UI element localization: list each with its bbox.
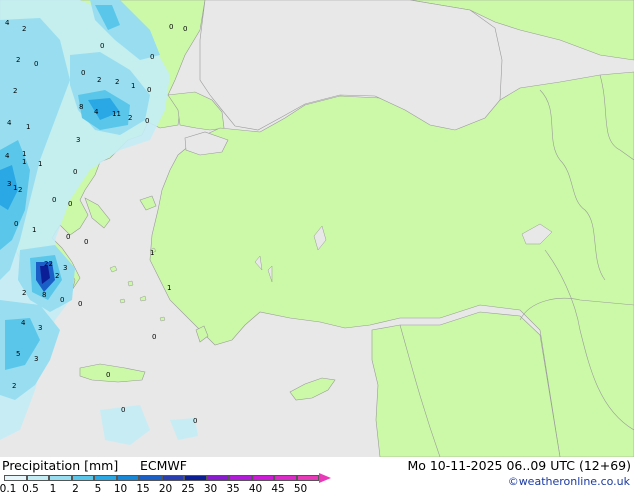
precip-value: 4 bbox=[7, 119, 12, 127]
legend-swatch bbox=[116, 475, 139, 481]
precip-value: 1 bbox=[32, 226, 36, 234]
legend-swatch bbox=[251, 475, 274, 481]
precip-value: 0 bbox=[81, 69, 85, 77]
precip-value: 0 bbox=[14, 220, 18, 228]
model-name: ECMWF bbox=[140, 458, 187, 473]
precip-value: 0 bbox=[52, 196, 56, 204]
precip-value: 3 bbox=[76, 136, 80, 144]
precip-value: 2 bbox=[55, 272, 59, 280]
precip-value: 3 bbox=[63, 264, 67, 272]
precip-value: 0 bbox=[150, 53, 154, 61]
precip-value: 0 bbox=[169, 23, 173, 31]
precip-value: 2 bbox=[128, 114, 132, 122]
legend-swatch bbox=[4, 475, 27, 481]
precip-value: 2 bbox=[13, 87, 17, 95]
precip-value: 1 bbox=[38, 160, 42, 168]
precip-value: 4 bbox=[94, 108, 99, 116]
legend-label: 45 bbox=[271, 483, 285, 495]
legend-swatch bbox=[94, 475, 117, 481]
legend-label: 1 bbox=[49, 483, 57, 495]
precip-value: 0 bbox=[84, 238, 88, 246]
precip-value: 2 bbox=[16, 56, 20, 64]
legend-label: 40 bbox=[248, 483, 263, 495]
precip-value: 0 bbox=[68, 200, 72, 208]
legend-label: 15 bbox=[136, 483, 150, 495]
legend-label: 0.1 bbox=[0, 483, 17, 495]
precip-value: 4 bbox=[5, 19, 10, 27]
legend-arrow bbox=[319, 473, 331, 483]
precip-value: 2 bbox=[97, 76, 101, 84]
precip-value: 0 bbox=[100, 42, 104, 50]
precip-value: 0 bbox=[147, 86, 151, 94]
precip-value: 0 bbox=[193, 417, 197, 425]
legend-swatch bbox=[26, 475, 49, 481]
legend-swatch bbox=[296, 475, 319, 481]
legend-label: 30 bbox=[203, 483, 218, 495]
precip-value: 0 bbox=[60, 296, 64, 304]
legend-label: 25 bbox=[181, 483, 195, 495]
legend-label: 10 bbox=[113, 483, 128, 495]
precip-value: 3 bbox=[7, 180, 11, 188]
precip-value: 2 bbox=[115, 78, 119, 86]
precip-value: 0 bbox=[34, 60, 38, 68]
precip-value: 0 bbox=[106, 371, 110, 379]
precip-value: 0 bbox=[78, 300, 82, 308]
precip-value: 8 bbox=[79, 103, 83, 111]
legend-swatch bbox=[49, 475, 72, 481]
legend-swatch bbox=[161, 475, 184, 481]
legend-swatch bbox=[229, 475, 252, 481]
precip-value: 1 bbox=[22, 158, 26, 166]
precip-value: 1 bbox=[22, 150, 26, 158]
precip-value: 22 bbox=[44, 260, 53, 268]
legend-label: 35 bbox=[226, 483, 240, 495]
precip-value: 3 bbox=[38, 324, 42, 332]
precip-value: 2 bbox=[12, 382, 16, 390]
map-footer: Precipitation [mm] ECMWF Mo 10-11-2025 0… bbox=[0, 457, 634, 495]
legend-swatch bbox=[184, 475, 207, 481]
credit-link[interactable]: ©weatheronline.co.uk bbox=[508, 475, 630, 488]
precip-value: 4 bbox=[5, 152, 10, 160]
precip-value: 0 bbox=[152, 333, 156, 341]
legend-swatch bbox=[71, 475, 94, 481]
legend-label: 50 bbox=[293, 483, 308, 495]
precip-value: 1 bbox=[26, 123, 30, 131]
legend-swatch bbox=[206, 475, 229, 481]
precip-value: 0 bbox=[73, 168, 77, 176]
legend-swatch bbox=[139, 475, 162, 481]
precip-value: 0 bbox=[66, 233, 70, 241]
precip-value: 2 bbox=[18, 186, 22, 194]
legend-label: 2 bbox=[72, 483, 79, 495]
precip-value: 2 bbox=[22, 25, 26, 33]
precip-value: 4 bbox=[21, 319, 26, 327]
legend-label: 5 bbox=[94, 483, 102, 495]
precip-value: 1 bbox=[150, 249, 154, 257]
precip-value: 11 bbox=[112, 110, 121, 118]
precip-value: 8 bbox=[42, 291, 46, 299]
precip-value: 1 bbox=[167, 284, 171, 292]
precipitation-map: 4 2 2 0 0 0 0 0 2 0 2 2 4 1 1 0 1 1 8 4 11 2 0 3 4 1 3 1 2 0 0 0 1 0 0 0 1 22… bbox=[0, 0, 634, 458]
precip-value: 3 bbox=[34, 355, 38, 363]
precip-value: 0 bbox=[121, 406, 125, 414]
precip-value: 5 bbox=[16, 350, 20, 358]
map-title: Precipitation [mm] bbox=[2, 458, 119, 473]
legend-swatch bbox=[274, 475, 297, 481]
precip-value: 2 bbox=[22, 289, 26, 297]
land-levant bbox=[371, 311, 561, 458]
precip-value: 1 bbox=[13, 184, 17, 192]
legend-label: 0.5 bbox=[22, 483, 39, 495]
precip-value: 0 bbox=[145, 117, 149, 125]
valid-time: Mo 10-11-2025 06..09 UTC (12+69) bbox=[407, 458, 631, 473]
precip-value: 0 bbox=[183, 25, 187, 33]
legend-label: 20 bbox=[158, 483, 173, 495]
precip-value: 1 bbox=[131, 82, 135, 90]
